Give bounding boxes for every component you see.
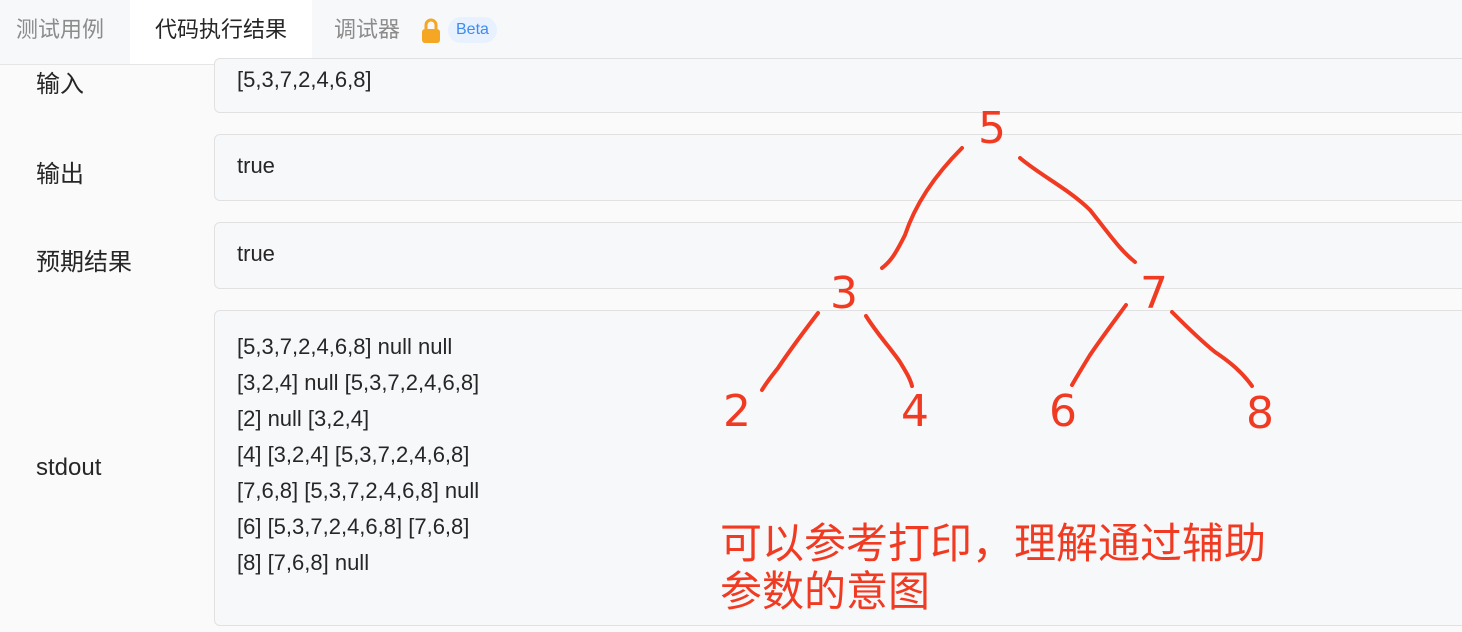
stdout-line: [3,2,4] null [5,3,7,2,4,6,8] — [237, 370, 480, 395]
stdout-line: [2] null [3,2,4] — [237, 406, 370, 431]
stdout-line: [8] [7,6,8] null — [237, 550, 370, 575]
input-value: [5,3,7,2,4,6,8] — [237, 67, 372, 92]
expected-box: true — [214, 222, 1462, 289]
expected-label: 预期结果 — [36, 249, 132, 276]
annotation-note-line: 参数的意图 — [720, 567, 931, 616]
output-value: true — [237, 153, 275, 178]
tab-debugger[interactable]: 调试器 — [334, 0, 400, 64]
beta-badge: Beta — [448, 17, 497, 43]
output-box: true — [214, 134, 1462, 201]
stdout-line: [5,3,7,2,4,6,8] null null — [237, 334, 453, 359]
stdout-line: [4] [3,2,4] [5,3,7,2,4,6,8] — [237, 442, 470, 467]
tab-bar: 测试用例 代码执行结果 调试器 Beta — [0, 0, 1462, 65]
annotation-note: 可以参考打印，理解通过辅助 参数的意图 — [720, 520, 1266, 616]
stdout-lines: [5,3,7,2,4,6,8] null null [3,2,4] null [… — [237, 329, 479, 581]
stdout-line: [6] [5,3,7,2,4,6,8] [7,6,8] — [237, 514, 470, 539]
tab-execution-result[interactable]: 代码执行结果 — [130, 0, 312, 64]
stdout-label: stdout — [36, 454, 102, 481]
tab-test-cases[interactable]: 测试用例 — [16, 0, 104, 64]
input-label: 输入 — [36, 71, 84, 98]
annotation-note-line: 可以参考打印，理解通过辅助 — [720, 519, 1267, 568]
output-label: 输出 — [36, 161, 84, 188]
stdout-line: [7,6,8] [5,3,7,2,4,6,8] null — [237, 478, 480, 503]
input-box: [5,3,7,2,4,6,8] — [214, 58, 1462, 113]
lock-icon — [422, 18, 440, 43]
expected-value: true — [237, 241, 275, 266]
